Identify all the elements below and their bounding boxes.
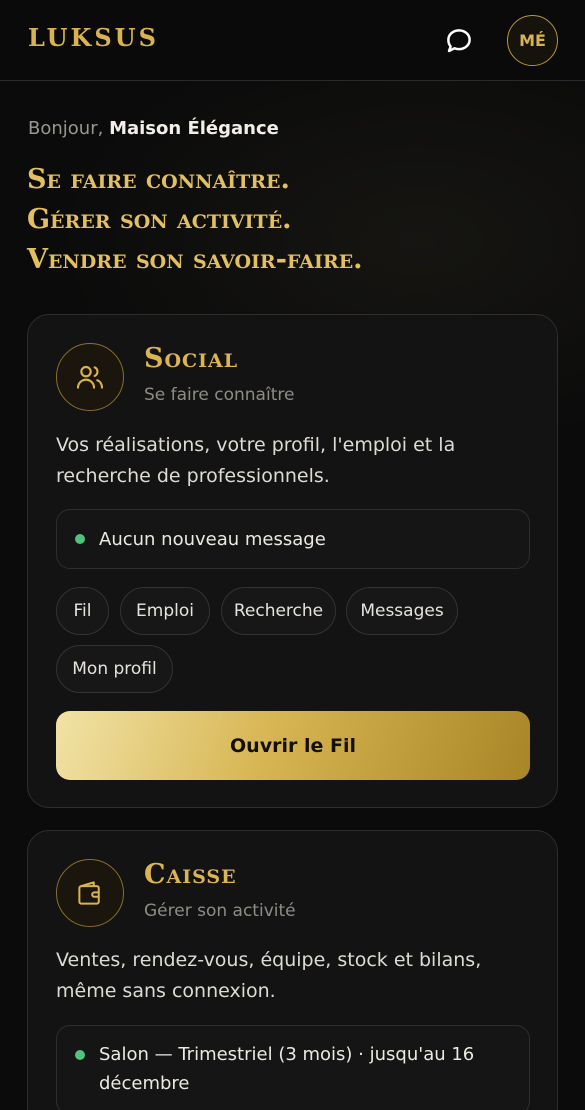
status-text: Aucun nouveau message [99,529,326,550]
social-card: Social Se faire connaître Vos réalisatio… [27,314,558,808]
card-title: Social [144,343,239,374]
chip-messages[interactable]: Messages [346,587,458,635]
wallet-icon [78,881,100,905]
chat-bubble-icon [447,29,471,53]
avatar[interactable]: MÉ [507,15,558,66]
tagline: Se faire connaître. Gérer son activité. … [27,160,567,280]
caisse-icon-badge [56,859,124,927]
brand-logo[interactable]: LUKSUS [28,23,159,52]
social-icon-badge [56,343,124,411]
chip-recherche[interactable]: Recherche [221,587,336,635]
status-dot [75,534,85,544]
open-feed-button[interactable]: Ouvrir le Fil [56,711,530,780]
card-description: Ventes, rendez-vous, équipe, stock et bi… [56,949,482,1002]
tagline-line: Se faire connaître. [27,164,290,195]
card-subtitle: Se faire connaître [144,385,295,405]
greeting-name: Maison Élégance [109,118,279,139]
card-title: Caisse [144,859,237,890]
messages-button[interactable] [440,22,478,60]
status-text: Salon — Trimestriel (3 mois) · jusqu'au … [99,1044,475,1094]
tagline-line: Gérer son activité. [27,204,292,235]
card-subtitle: Gérer son activité [144,901,296,921]
status-banner: Salon — Trimestriel (3 mois) · jusqu'au … [56,1025,530,1110]
chip-fil[interactable]: Fil [56,587,109,635]
chip-mon-profil[interactable]: Mon profil [56,645,173,693]
status-banner: Aucun nouveau message [56,509,530,569]
tagline-line: Vendre son savoir-faire. [27,244,363,275]
greeting: Bonjour, Maison Élégance [28,118,279,139]
card-description: Vos réalisations, votre profil, l'emploi… [56,434,456,487]
quick-links: Fil Emploi Recherche Messages Mon profil [56,587,536,695]
status-dot [75,1050,85,1060]
chip-emploi[interactable]: Emploi [120,587,210,635]
greeting-prefix: Bonjour, [28,118,104,139]
users-icon [76,365,104,389]
caisse-card: Caisse Gérer son activité Ventes, rendez… [27,830,558,1110]
top-bar: LUKSUS MÉ [0,0,585,81]
